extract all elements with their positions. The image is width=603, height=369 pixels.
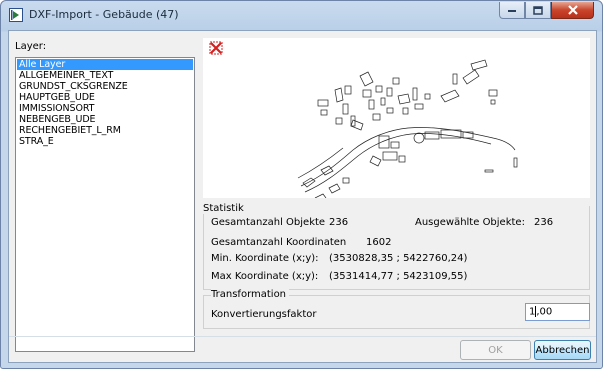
selected-objects-value: 236 xyxy=(534,217,554,228)
layer-item-allgemeiner-text[interactable]: ALLGEMEINER_TEXT xyxy=(17,70,193,81)
layer-item-alle-layer[interactable]: Alle Layer xyxy=(17,59,193,70)
close-icon xyxy=(567,5,578,15)
ok-button[interactable]: OK xyxy=(460,340,531,360)
title-bar[interactable]: DXF-Import - Gebäude (47) xyxy=(1,1,602,29)
total-objects-label: Gesamtanzahl Objekte xyxy=(211,217,326,228)
dxf-import-dialog: DXF-Import - Gebäude (47) Layer: Alle La… xyxy=(0,0,603,369)
window-title: DXF-Import - Gebäude (47) xyxy=(29,8,179,21)
layer-item-grundstueckgrenze[interactable]: GRUNDST_CKSGRENZE xyxy=(17,81,193,92)
layer-listbox[interactable]: Alle Layer ALLGEMEINER_TEXT GRUNDST_CKSG… xyxy=(15,57,195,352)
minimize-icon xyxy=(508,10,516,12)
minimize-button[interactable] xyxy=(499,2,525,19)
conversion-factor-label: Konvertierungsfaktor xyxy=(211,309,317,320)
layer-item-nebengebaeude[interactable]: NEBENGEB_UDE xyxy=(17,114,193,125)
layer-item-immissionsort[interactable]: IMMISSIONSORT xyxy=(17,103,193,114)
map-drawing xyxy=(297,59,518,198)
layer-item-strasse[interactable]: STRA_E xyxy=(17,136,193,147)
max-coord-value: (3531414,77 ; 5423109,55) xyxy=(329,271,468,282)
statistik-legend: Statistik xyxy=(203,203,247,214)
maximize-button[interactable] xyxy=(525,2,551,19)
layer-item-hauptgebaeude[interactable]: HAUPTGEB_UDE xyxy=(17,92,193,103)
dialog-client-area: Layer: Alle Layer ALLGEMEINER_TEXT GRUND… xyxy=(8,30,597,363)
layer-item-rechengebiet[interactable]: RECHENGEBIET_L_RM xyxy=(17,125,193,136)
factor-value-end: ,00 xyxy=(536,306,553,318)
conversion-factor-input[interactable]: 1,00 xyxy=(525,303,590,321)
total-objects-value: 236 xyxy=(329,217,349,228)
cancel-button[interactable]: Abbrechen xyxy=(534,340,591,360)
layer-label: Layer: xyxy=(15,41,47,52)
min-coord-value: (3530828,35 ; 5422760,24) xyxy=(329,253,468,264)
selected-objects-label: Ausgewählte Objekte: xyxy=(415,217,525,228)
app-icon xyxy=(9,8,23,22)
close-button[interactable] xyxy=(551,2,594,19)
window-controls xyxy=(499,2,594,20)
dxf-preview-canvas[interactable] xyxy=(203,38,590,198)
footer-separator xyxy=(9,336,596,337)
total-coords-label: Gesamtanzahl Koordinaten xyxy=(211,237,347,248)
total-coords-value: 1602 xyxy=(366,237,392,248)
max-coord-label: Max Koordinate (x;y): xyxy=(211,271,319,282)
min-coord-label: Min. Koordinate (x;y): xyxy=(211,253,319,264)
maximize-icon xyxy=(533,5,543,15)
transformation-legend: Transformation xyxy=(211,289,290,300)
